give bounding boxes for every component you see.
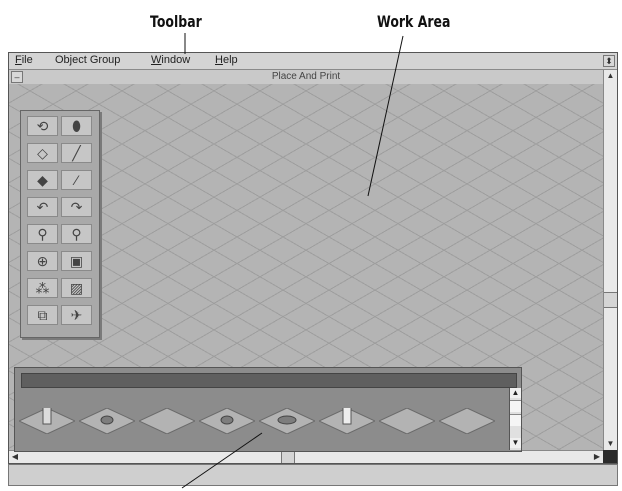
scroll-up-arrow-icon[interactable]: ▲ [604,70,617,82]
object-tray: ▲ ▼ [14,367,522,452]
tile-debris[interactable] [77,407,137,435]
scroll-right-arrow-icon[interactable]: ▶ [591,451,603,463]
tray-header-bar [21,373,517,388]
vertical-scroll-thumb[interactable] [604,292,617,308]
rotate-tool[interactable]: ⟲ [27,116,58,136]
floor-icon: ◆ [37,172,48,188]
zoom-in-tool[interactable]: ⚲ [27,224,58,244]
rotate-icon: ⟲ [36,118,49,134]
people-icon: ⁂ [35,280,50,296]
grid-icon: ▨ [69,280,84,296]
scrollbar-corner [603,450,617,463]
vertical-scrollbar[interactable]: ▲ ▼ [603,70,617,450]
objects-tool[interactable]: ⧉ [27,305,58,325]
undo-icon: ↶ [36,199,49,215]
wall-tool[interactable]: ╱ [61,143,92,163]
globe-icon: ⊕ [36,253,49,269]
tile-plain[interactable] [137,407,197,435]
plain-tile-icon [437,407,497,435]
small-object-icon [197,407,257,435]
statue-icon [17,405,77,435]
tray-scroll-up-icon[interactable]: ▲ [510,388,521,398]
status-bar [8,464,618,486]
document-title: Place And Print [271,71,341,82]
tray-scroll-track[interactable] [510,414,521,426]
people-tool[interactable]: ⁂ [27,278,58,298]
work-area-callout-label: Work Area [377,12,451,31]
debris-icon [77,407,137,435]
flat-tile-icon: ◇ [37,145,48,161]
redo-tool[interactable]: ↷ [61,197,92,217]
menu-file[interactable]: File [15,54,33,66]
plain-tile-icon [377,407,437,435]
zoom-out-tool[interactable]: ⚲ [61,224,92,244]
menu-object-group[interactable]: Object Group [55,54,120,66]
flat-tile-tool[interactable]: ◇ [27,143,58,163]
drop-tool[interactable]: ⬮ [61,116,92,136]
tower-icon [317,405,377,435]
tray-scroll-track[interactable] [510,400,521,412]
menu-window[interactable]: Window [151,54,190,66]
tile-empty-2[interactable] [437,407,497,435]
frame-icon: ▣ [69,253,84,269]
menu-help[interactable]: Help [215,54,238,66]
car-icon [257,407,317,435]
zoom-out-icon: ⚲ [71,226,82,242]
zoom-in-icon: ⚲ [37,226,48,242]
tile-empty-1[interactable] [377,407,437,435]
plain-tile-icon [137,407,197,435]
globe-tool[interactable]: ⊕ [27,251,58,271]
document-title-bar: – Place And Print [9,70,603,84]
grid-tool[interactable]: ▨ [61,278,92,298]
floor-tool[interactable]: ◆ [27,170,58,190]
horizontal-scroll-thumb[interactable] [281,451,295,463]
menu-bar: File Object Group Window Help ⬍ [9,53,617,70]
toolbox-palette: ⟲ ⬮ ◇ ╱ ◆ ⁄ ↶ ↷ ⚲ ⚲ ⊕ ▣ ⁂ ▨ ⧉ ✈ [20,110,100,338]
toolbar-callout-label: Toolbar [150,12,202,31]
drop-icon: ⬮ [72,118,81,134]
tile-small-object[interactable] [197,407,257,435]
plane-icon: ✈ [70,307,83,323]
tile-statue[interactable] [17,405,77,435]
tray-scroll-down-icon[interactable]: ▼ [510,438,521,448]
restore-icon[interactable]: ⬍ [603,55,615,67]
objects-icon: ⧉ [37,307,48,323]
line-icon: ⁄ [75,172,78,188]
tray-scrollbar[interactable]: ▲ ▼ [509,388,521,450]
redo-icon: ↷ [70,199,83,215]
plane-tool[interactable]: ✈ [61,305,92,325]
line-tool[interactable]: ⁄ [61,170,92,190]
wall-icon: ╱ [72,145,81,161]
undo-tool[interactable]: ↶ [27,197,58,217]
tile-tower[interactable] [317,405,377,435]
scroll-down-arrow-icon[interactable]: ▼ [604,438,617,450]
scroll-left-arrow-icon[interactable]: ◀ [9,451,21,463]
tile-car[interactable] [257,407,317,435]
frame-tool[interactable]: ▣ [61,251,92,271]
system-menu-icon[interactable]: – [11,71,23,83]
